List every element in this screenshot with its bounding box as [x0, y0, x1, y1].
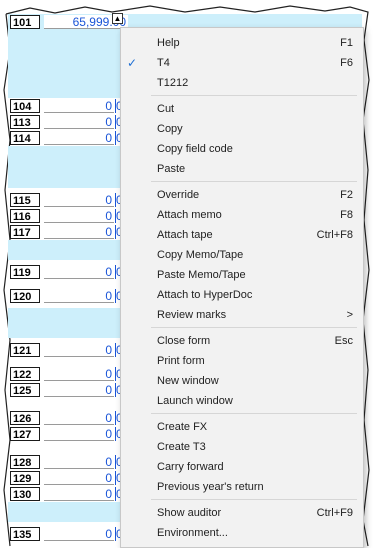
menu-item-label: Carry forward [157, 461, 224, 473]
amount-field[interactable]: 0 [44, 343, 114, 357]
menu-item-label: T1212 [157, 77, 189, 89]
amount-field[interactable]: 0 [44, 383, 114, 397]
menu-item-label: New window [157, 375, 219, 387]
menu-item-review-marks[interactable]: Review marks > [121, 305, 363, 325]
menu-item-t4[interactable]: ✓ T4 F6 [121, 53, 363, 73]
amount-field[interactable]: 0 [44, 115, 114, 129]
menu-item-label: Paste [157, 163, 186, 175]
line-code: 119 [10, 265, 40, 279]
menu-item-shortcut: F8 [340, 209, 353, 221]
menu-item-shortcut: F1 [340, 37, 353, 49]
menu-item-copy[interactable]: Copy [121, 119, 363, 139]
menu-item-label: Review marks [157, 309, 227, 321]
menu-item-launch-window[interactable]: Launch window [121, 391, 363, 411]
menu-item-label: Show auditor [157, 507, 222, 519]
menu-item-print-form[interactable]: Print form [121, 351, 363, 371]
line-code: 116 [10, 209, 40, 223]
menu-item-label: Attach tape [157, 229, 213, 241]
menu-item-carry-forward[interactable]: Carry forward [121, 457, 363, 477]
amount-field[interactable]: 0 [44, 289, 114, 303]
amount-field[interactable]: 0 [44, 455, 114, 469]
amount-field[interactable]: 0 [44, 225, 114, 239]
line-code: 125 [10, 383, 40, 397]
line-code: 130 [10, 487, 40, 501]
line-code: 101 [10, 15, 40, 29]
menu-item-label: Close form [157, 335, 211, 347]
amount-field[interactable]: 0 [44, 427, 114, 441]
menu-item-paste[interactable]: Paste [121, 159, 363, 179]
menu-item-label: Environment... [157, 527, 228, 539]
menu-item-shortcut: F6 [340, 57, 353, 69]
amount-field[interactable]: 0 [44, 209, 114, 223]
submenu-chevron-icon: > [346, 309, 353, 321]
menu-item-close-form[interactable]: Close form Esc [121, 331, 363, 351]
menu-item-label: Attach memo [157, 209, 222, 221]
amount-field[interactable]: 0 [44, 411, 114, 425]
menu-item-help[interactable]: Help F1 [121, 33, 363, 53]
line-code: 115 [10, 193, 40, 207]
menu-item-override[interactable]: Override F2 [121, 185, 363, 205]
menu-item-environment[interactable]: Environment... [121, 523, 363, 543]
amount-field[interactable]: 0 [44, 265, 114, 279]
menu-item-shortcut: Ctrl+F8 [316, 229, 353, 241]
menu-item-copy-memo-tape[interactable]: Copy Memo/Tape [121, 245, 363, 265]
field-menu-toggle-icon[interactable]: ▲ [112, 13, 123, 24]
menu-item-t1212[interactable]: T1212 [121, 73, 363, 93]
line-code: 135 [10, 527, 40, 541]
line-code: 126 [10, 411, 40, 425]
menu-item-label: Paste Memo/Tape [157, 269, 246, 281]
menu-item-previous-years-return[interactable]: Previous year's return [121, 477, 363, 497]
amount-field[interactable]: 0 [44, 131, 114, 145]
menu-item-label: T4 [157, 57, 170, 69]
amount-field[interactable]: 0 [44, 193, 114, 207]
menu-item-label: Create FX [157, 421, 208, 433]
line-code: 114 [10, 131, 40, 145]
line-code: 129 [10, 471, 40, 485]
menu-item-label: Create T3 [157, 441, 206, 453]
menu-separator [151, 499, 357, 500]
checkmark-icon: ✓ [127, 56, 138, 70]
amount-field[interactable]: 0 [44, 527, 114, 541]
menu-item-paste-memo-tape[interactable]: Paste Memo/Tape [121, 265, 363, 285]
amount-field[interactable]: 0 [44, 471, 114, 485]
line-code: 113 [10, 115, 40, 129]
menu-separator [151, 413, 357, 414]
menu-item-attach-tape[interactable]: Attach tape Ctrl+F8 [121, 225, 363, 245]
line-code: 128 [10, 455, 40, 469]
menu-item-create-t3[interactable]: Create T3 [121, 437, 363, 457]
menu-item-copy-field-code[interactable]: Copy field code [121, 139, 363, 159]
menu-item-attach-memo[interactable]: Attach memo F8 [121, 205, 363, 225]
line-code: 120 [10, 289, 40, 303]
menu-item-shortcut: F2 [340, 189, 353, 201]
menu-item-label: Attach to HyperDoc [157, 289, 253, 301]
menu-item-label: Copy field code [157, 143, 233, 155]
menu-item-shortcut: Ctrl+F9 [316, 507, 353, 519]
context-menu: Help F1 ✓ T4 F6 T1212 Cut Copy Copy fiel… [120, 27, 364, 548]
menu-item-cut[interactable]: Cut [121, 99, 363, 119]
menu-separator [151, 181, 357, 182]
menu-item-label: Print form [157, 355, 205, 367]
menu-item-show-auditor[interactable]: Show auditor Ctrl+F9 [121, 503, 363, 523]
menu-item-shortcut: Esc [334, 335, 353, 347]
amount-field[interactable]: 0 [44, 367, 114, 381]
menu-item-label: Previous year's return [157, 481, 264, 493]
menu-separator [151, 327, 357, 328]
menu-item-create-fx[interactable]: Create FX [121, 417, 363, 437]
menu-item-label: Launch window [157, 395, 233, 407]
line-code: 121 [10, 343, 40, 357]
menu-item-label: Copy [157, 123, 183, 135]
menu-item-label: Cut [157, 103, 175, 115]
menu-separator [151, 95, 357, 96]
amount-field[interactable]: 0 [44, 99, 114, 113]
menu-item-label: Override [157, 189, 200, 201]
line-code: 117 [10, 225, 40, 239]
menu-item-new-window[interactable]: New window [121, 371, 363, 391]
menu-item-attach-to-hyperdoc[interactable]: Attach to HyperDoc [121, 285, 363, 305]
line-code: 122 [10, 367, 40, 381]
line-code: 127 [10, 427, 40, 441]
amount-field[interactable]: 0 [44, 487, 114, 501]
menu-item-label: Copy Memo/Tape [157, 249, 244, 261]
menu-item-label: Help [157, 37, 180, 49]
line-code: 104 [10, 99, 40, 113]
